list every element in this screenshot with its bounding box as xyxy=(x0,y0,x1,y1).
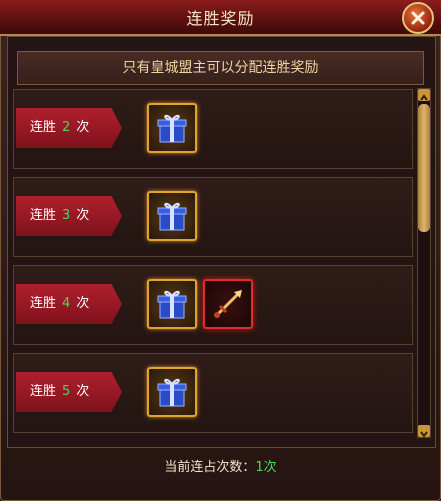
chevron-down-icon xyxy=(420,431,428,438)
close-icon xyxy=(411,11,425,25)
reward-row: 连胜 5 次 xyxy=(13,353,413,433)
reward-slot[interactable] xyxy=(147,367,197,417)
streak-count: 5 xyxy=(62,384,71,399)
scroll-up-button[interactable] xyxy=(418,89,430,101)
reward-slot[interactable] xyxy=(147,191,197,241)
title-bar: 连胜奖励 xyxy=(0,0,441,36)
gift-box-icon xyxy=(157,378,187,407)
gift-box-icon xyxy=(157,202,187,231)
streak-count: 2 xyxy=(62,120,71,135)
streak-label: 连胜 4 次 xyxy=(16,284,122,324)
gift-box-icon xyxy=(157,114,187,143)
streak-status-label: 当前连占次数： xyxy=(164,460,256,475)
gift-box-icon xyxy=(157,290,187,319)
streak-label: 连胜 2 次 xyxy=(16,108,122,148)
close-button[interactable] xyxy=(402,2,434,34)
weapon-icon xyxy=(214,290,242,318)
reward-row: 连胜 3 次 xyxy=(13,177,413,257)
streak-count: 3 xyxy=(62,208,71,223)
notice-banner: 只有皇城盟主可以分配连胜奖励 xyxy=(17,51,424,85)
reward-row: 连胜 2 次 xyxy=(13,89,413,169)
streak-status-value: 1次 xyxy=(255,460,277,475)
chevron-up-icon xyxy=(420,94,428,101)
reward-slot[interactable] xyxy=(147,279,197,329)
scroll-down-button[interactable] xyxy=(418,425,430,438)
reward-row: 连胜 4 次 xyxy=(13,265,413,345)
streak-status: 当前连占次数：1次 xyxy=(0,456,441,475)
reward-slot[interactable] xyxy=(147,103,197,153)
dialog-title: 连胜奖励 xyxy=(186,9,255,28)
reward-slot[interactable] xyxy=(203,279,253,329)
streak-label: 连胜 3 次 xyxy=(16,196,122,236)
streak-label: 连胜 5 次 xyxy=(16,372,122,412)
scrollbar-thumb[interactable] xyxy=(418,104,430,232)
streak-count: 4 xyxy=(62,296,71,311)
